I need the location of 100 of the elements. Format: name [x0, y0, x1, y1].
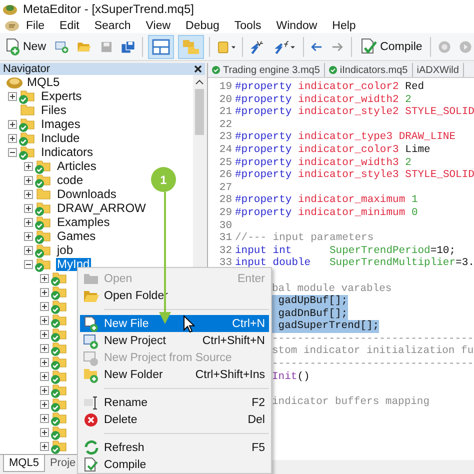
expand-toggle[interactable]	[40, 386, 49, 394]
expand-toggle[interactable]	[24, 260, 33, 268]
panel-tab[interactable]: MQL5	[3, 455, 45, 472]
menu-item[interactable]: New Project Ctrl+Shift+N	[80, 332, 269, 349]
code-line: Init()	[272, 370, 310, 384]
menu-item[interactable]: Rename F2	[80, 394, 269, 411]
compile-button[interactable]: Compile	[357, 34, 426, 58]
tree-item[interactable]: Include	[40, 132, 81, 144]
expand-toggle[interactable]	[24, 232, 33, 240]
menu-item[interactable]: File	[26, 20, 53, 32]
code-line: input int SuperTrendPeriod=10;	[235, 244, 456, 257]
tree-item[interactable]: Examples	[56, 216, 111, 228]
tree-item[interactable]: Articles	[56, 160, 98, 172]
menu-item[interactable]: Edit	[60, 20, 88, 32]
menu-item[interactable]: Delete Del	[80, 411, 269, 428]
expand-toggle[interactable]	[40, 400, 49, 408]
line-number: 21	[218, 106, 232, 119]
scroll-up-icon[interactable]	[194, 79, 204, 85]
layout-icon	[152, 38, 170, 54]
expand-toggle[interactable]	[40, 358, 49, 366]
expand-toggle[interactable]	[40, 414, 49, 422]
expand-toggle[interactable]	[40, 330, 49, 338]
menu-item[interactable]: Help	[332, 20, 364, 32]
menu-item[interactable]: Search	[94, 20, 139, 32]
line-number: 23	[218, 131, 232, 144]
code-line: #property indicator_width3 2	[235, 156, 412, 169]
code-line: #property indicator_style3 STYLE_SOLID	[235, 169, 474, 182]
code-line: #property indicator_style2 STYLE_SOLID	[235, 106, 474, 119]
refresh-icon	[84, 440, 98, 455]
menu-item[interactable]: Refresh F5	[80, 439, 269, 456]
expand-toggle[interactable]	[8, 148, 17, 156]
expand-toggle[interactable]	[8, 134, 17, 142]
code-line: stom indicator initialization fu	[272, 345, 474, 358]
expand-toggle[interactable]	[8, 120, 17, 128]
menu-item[interactable]: Debug	[186, 20, 228, 32]
line-number: 32	[218, 244, 232, 258]
tree-item[interactable]: Indicators	[40, 146, 94, 158]
drive-icon	[6, 76, 23, 88]
line-number: 33	[218, 257, 232, 270]
expand-toggle[interactable]	[40, 274, 49, 282]
expand-toggle[interactable]	[40, 302, 49, 310]
tree-item[interactable]: Downloads	[56, 188, 118, 200]
expand-toggle[interactable]	[24, 246, 33, 254]
line-number: 30	[218, 220, 232, 232]
navigator-toggle[interactable]	[178, 34, 204, 58]
expand-toggle[interactable]	[40, 316, 49, 324]
expand-toggle[interactable]	[24, 190, 33, 198]
project-icon	[83, 350, 99, 366]
expand-toggle[interactable]	[24, 204, 33, 212]
text-cursor-icon	[83, 396, 99, 410]
menu-item[interactable]: Window	[276, 20, 326, 32]
line-number: 22	[218, 118, 232, 132]
line-number: 27	[218, 182, 232, 194]
line-number: 25	[218, 156, 232, 170]
line-number: 20	[218, 94, 232, 106]
tree-item[interactable]: code	[56, 174, 84, 186]
tree-item[interactable]: Images	[40, 118, 82, 130]
menu-item[interactable]: New Folder Ctrl+Shift+Ins	[80, 366, 269, 383]
menu-item[interactable]: Tools	[234, 20, 270, 32]
close-icon[interactable]	[194, 65, 202, 73]
line-number: 26	[218, 169, 232, 182]
menu-item[interactable]: New File Ctrl+N	[80, 315, 269, 332]
tree-item[interactable]: MQL5	[26, 76, 61, 88]
code-line: //--- input parameters	[235, 232, 374, 245]
delete-icon	[84, 412, 98, 426]
tree-item[interactable]: Experts	[40, 90, 83, 102]
tree-item[interactable]: DRAW_ARROW	[56, 202, 147, 214]
menu-item[interactable]: Compile	[80, 456, 269, 473]
menu-item[interactable]: View	[146, 20, 179, 32]
expand-toggle[interactable]	[40, 288, 49, 296]
tree-item[interactable]: job	[56, 244, 74, 256]
line-number: 19	[218, 81, 232, 94]
panel-tab[interactable]: Proje	[44, 455, 81, 471]
code-line: indicator buffers mapping	[272, 396, 430, 408]
new-project-icon	[83, 332, 99, 348]
line-number: 31	[218, 232, 232, 245]
file-tab[interactable]: iIndicators.mq5	[324, 63, 413, 77]
mouse-pointer-icon	[183, 315, 195, 333]
file-tab[interactable]: iADXWild	[412, 63, 464, 77]
tree-item[interactable]: Games	[56, 230, 97, 242]
expand-toggle[interactable]	[24, 176, 33, 184]
tree-item[interactable]: Files	[40, 104, 68, 116]
expand-toggle[interactable]	[40, 442, 49, 450]
new-file-icon	[83, 316, 99, 332]
folders-icon	[182, 38, 200, 54]
new-button[interactable]: New	[2, 34, 50, 58]
expand-toggle[interactable]	[40, 372, 49, 380]
line-number: 24	[218, 144, 232, 157]
expand-toggle[interactable]	[40, 344, 49, 352]
expand-toggle[interactable]	[24, 218, 33, 226]
folder-icon	[20, 104, 35, 116]
expand-toggle[interactable]	[8, 92, 17, 100]
code-line: input double SuperTrendMultiplier=3.	[235, 257, 474, 270]
layout-toggle[interactable]	[148, 34, 174, 58]
code-line: #property indicator_width2 2	[235, 94, 412, 106]
expand-toggle[interactable]	[40, 428, 49, 436]
code-line: #property indicator_type3 DRAW_LINE	[235, 131, 456, 144]
expand-toggle[interactable]	[24, 162, 33, 170]
file-tab[interactable]: Trading engine 3.mq5	[208, 63, 325, 77]
scrollbar-thumb[interactable]	[194, 89, 204, 135]
